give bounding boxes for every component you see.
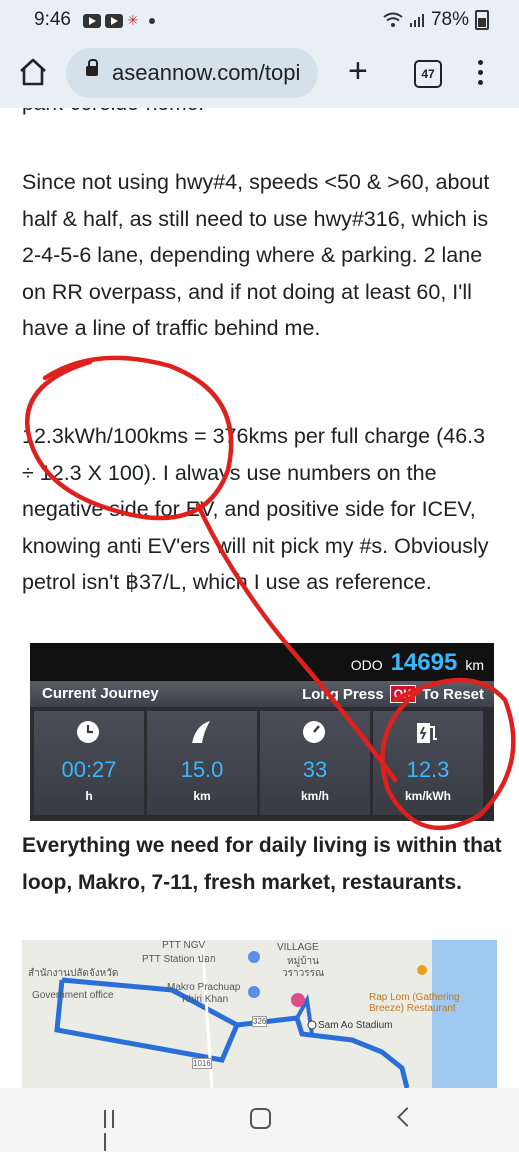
slack-icon: ✳ [127,12,139,28]
odo-value: 14695 [390,649,458,676]
dashboard-photo[interactable]: ODO 14695 km Current Journey Long Press … [30,643,494,821]
map-label: Sam Ao Stadium [318,1020,393,1031]
map-label: PTT Station ปอก [142,954,216,965]
map-label: 1016 [192,1058,212,1069]
home-nav-icon[interactable] [250,1108,271,1129]
cut-off-text: park-cerelde-home. [22,108,204,116]
journey-title: Current Journey [42,685,159,702]
browser-toolbar: aseannow.com/topi + 47 [0,40,519,108]
journey-speed-cell: 33 km/h [260,711,370,815]
journey-time-cell: 00:27 h [34,711,144,815]
cell-value: 12.3 [406,757,450,782]
cell-unit: km/h [300,789,329,803]
cell-unit: km/kWh [404,789,451,803]
map-label: 326 [252,1016,268,1027]
post-bold-paragraph: Everything we need for daily living is w… [22,834,502,894]
status-time: 9:46 [34,9,71,30]
back-icon[interactable] [397,1107,417,1127]
home-icon[interactable] [18,57,48,87]
road-icon [192,721,210,743]
battery-icon [475,10,489,30]
cell-unit: km [193,789,211,803]
youtube-icon [105,13,123,28]
charger-icon [417,723,437,743]
cell-value: 33 [302,757,328,782]
post-paragraph: Since not using hwy#4, speeds <50 & >60,… [22,170,490,341]
map-label: Makro Prachuap [167,982,241,993]
map-image[interactable]: PTT NGV PTT Station ปอก VILLAGE หมู่บ้าน… [22,940,497,1088]
route-path [54,940,427,1088]
odo-unit: km [465,657,484,673]
odo-label: ODO [350,657,383,673]
cell-value: 00:27 [61,757,117,782]
recent-apps-icon[interactable] [104,1110,126,1151]
address-bar[interactable]: aseannow.com/topi [66,48,318,98]
post-paragraph: 12.3kWh/100kms = 376kms per full charge … [22,424,489,595]
long-press-label: Long Press [302,685,384,703]
map-label: สำนักงานปลัดจังหวัด [28,968,119,979]
url-text: aseannow.com/topi [112,60,301,85]
map-label: Khiri Khan [182,994,229,1005]
new-tab-icon[interactable]: + [348,54,368,88]
to-reset-label: To Reset [421,685,484,703]
map-label: Rap Lom (Gathering Breeze) Restaurant [369,992,460,1014]
map-label: VILLAGE [277,942,319,953]
map-label: Government office [32,990,114,1001]
journey-distance-cell: 15.0 km [147,711,257,815]
clock-icon [77,721,99,743]
journey-efficiency-cell: 12.3 km/kWh [373,711,483,815]
wifi-icon [383,12,403,27]
map-label: วราวรรณ [282,968,325,979]
ok-badge: OK [389,685,416,703]
tab-switcher-button[interactable]: 47 [414,60,442,88]
cell-value: 15.0 [180,757,224,782]
signal-icon [409,14,424,27]
battery-percent: 78% [430,9,469,30]
map-label: PTT NGV [162,940,206,951]
more-menu-icon[interactable] [478,60,484,90]
system-nav-bar [0,1088,519,1152]
lock-icon [86,59,98,76]
youtube-icon [83,13,101,28]
speedometer-icon [303,721,325,743]
more-notifications-icon [148,17,155,24]
status-bar: 9:46 ✳ 78% [0,0,519,40]
cell-unit: h [85,789,93,803]
post-content: park-cerelde-home. Since not using hwy#4… [0,108,519,1088]
